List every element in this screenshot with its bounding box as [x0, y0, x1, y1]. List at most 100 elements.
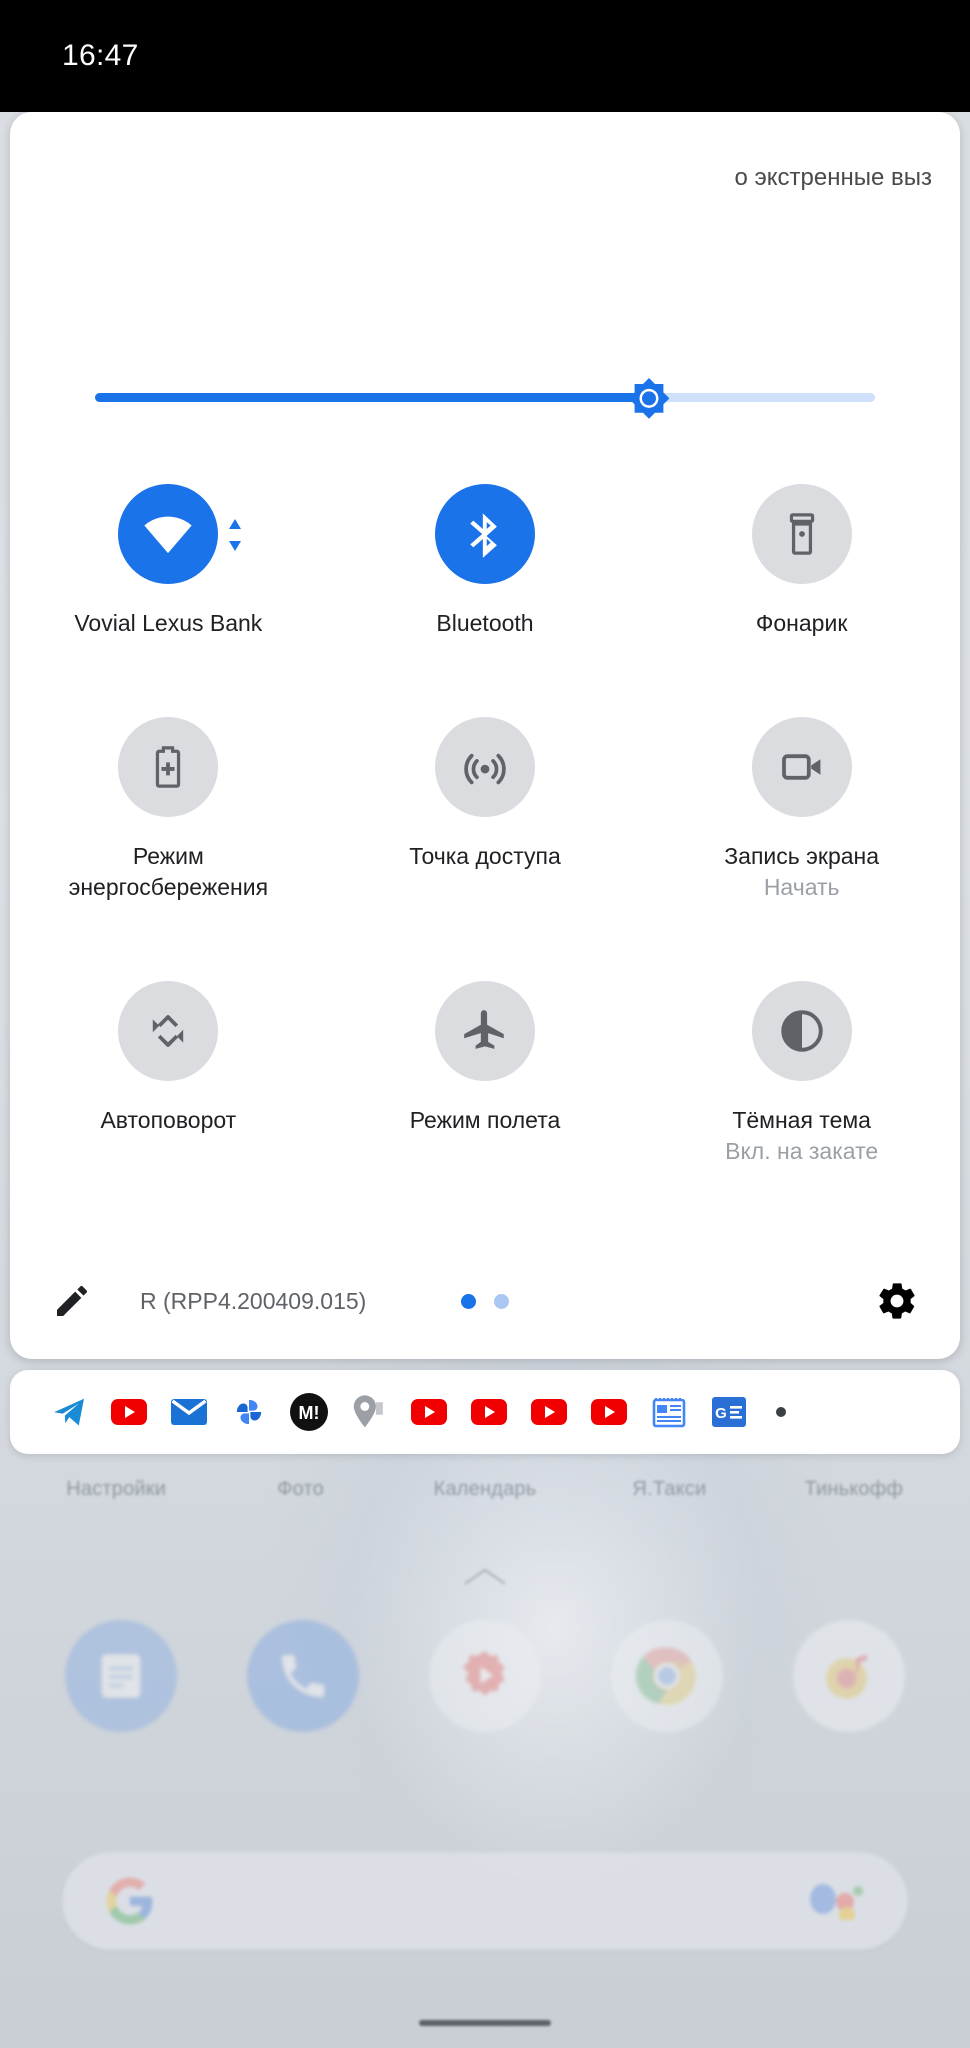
qs-tile-airplane-mode[interactable]: Режим полета — [327, 981, 644, 1167]
qs-tile-icon-wrap — [751, 981, 852, 1081]
dock-app-messages[interactable] — [65, 1620, 177, 1732]
qs-tile-icon-wrap — [751, 717, 852, 817]
qs-tile-icon-wrap — [118, 981, 219, 1081]
build-number-text: R (RPP4.200409.015) — [140, 1287, 367, 1314]
qs-tile-icon-wrap — [751, 484, 852, 584]
page-dot-1[interactable] — [461, 1293, 476, 1309]
qs-tile-dark-theme[interactable]: Тёмная тема Вкл. на закате — [643, 981, 960, 1167]
telegram-icon[interactable] — [50, 1393, 88, 1431]
mail-icon[interactable] — [170, 1393, 208, 1431]
qs-tile-label: Запись экрана — [724, 843, 880, 869]
airplane-icon — [464, 1010, 504, 1049]
youtube-icon[interactable] — [530, 1393, 568, 1431]
brightness-icon[interactable] — [624, 376, 674, 426]
bluetooth-icon — [470, 513, 497, 558]
brightness-slider[interactable] — [95, 378, 875, 419]
qs-tile-icon-wrap — [118, 484, 242, 584]
battery-saver-icon — [156, 746, 181, 788]
qs-tile-icon-wrap — [434, 981, 535, 1081]
qs-tile-circle — [118, 981, 219, 1081]
page-dot-2[interactable] — [494, 1293, 509, 1309]
photos-icon[interactable] — [230, 1393, 268, 1431]
qs-tile-label: Тёмная тема — [732, 1107, 871, 1133]
status-bar: 16:47 — [0, 0, 970, 112]
home-app-label: Фото — [277, 1478, 324, 1500]
page-indicator — [461, 1293, 509, 1309]
qs-tile-sublabel: Начать — [763, 874, 840, 900]
yt-music-icon — [826, 1654, 867, 1699]
qs-tile-bluetooth[interactable]: Bluetooth — [327, 484, 644, 639]
qs-tile-icon-wrap — [434, 484, 535, 584]
qs-tile-label: Фонарик — [755, 610, 848, 636]
youtube-icon[interactable] — [590, 1393, 628, 1431]
edit-tiles-button[interactable] — [50, 1279, 94, 1323]
dock-app-play-store[interactable] — [429, 1620, 541, 1732]
qs-tile-circle — [751, 484, 852, 584]
google-search-bar[interactable] — [62, 1852, 908, 1950]
wifi-detail-arrows-icon[interactable] — [226, 518, 244, 552]
assistant-mic-icon — [810, 1884, 863, 1920]
qs-tile-circle — [751, 717, 852, 817]
phone-screen: Настройки Фото Календарь Я.Такси Тинькоф… — [0, 0, 970, 2048]
qs-tile-screen-record[interactable]: Запись экрана Начать — [643, 717, 960, 903]
svg-text:G: G — [715, 1405, 727, 1422]
dark-theme-icon — [780, 1010, 823, 1052]
m-exclaim-icon[interactable]: M! — [290, 1393, 328, 1431]
youtube-icon[interactable] — [110, 1393, 148, 1431]
brightness-fill — [95, 393, 649, 402]
qs-tile-circle — [434, 484, 535, 584]
qs-tile-battery-saver[interactable]: Режим энергосбережения — [10, 717, 327, 903]
youtube-icon[interactable] — [470, 1393, 508, 1431]
auto-rotate-icon — [153, 1015, 184, 1047]
news-paper-icon[interactable] — [650, 1393, 688, 1431]
qs-tile-auto-rotate[interactable]: Автоповорот — [10, 981, 327, 1167]
dock — [0, 1620, 970, 1732]
settings-button[interactable] — [874, 1278, 920, 1324]
pencil-icon — [57, 1286, 87, 1316]
dock-app-phone[interactable] — [247, 1620, 359, 1732]
qs-tile-label: Автоповорот — [100, 1107, 237, 1133]
quick-settings-tiles: Vovial Lexus Bank Bluetooth Фонарик Режи… — [10, 484, 960, 1167]
dock-app-yt-music[interactable] — [793, 1620, 905, 1732]
qs-tile-wifi[interactable]: Vovial Lexus Bank — [10, 484, 327, 639]
home-app-label: Календарь — [433, 1478, 537, 1500]
dock-app-chrome[interactable] — [611, 1620, 723, 1732]
wifi-icon — [144, 516, 192, 554]
screen-record-icon — [781, 754, 821, 780]
play-store-icon — [463, 1651, 505, 1695]
qs-tile-sublabel: Вкл. на закате — [725, 1138, 879, 1164]
home-app-label: Настройки — [66, 1478, 167, 1500]
google-g-icon — [106, 1877, 153, 1925]
qs-tile-label: Режим полета — [409, 1107, 561, 1133]
notification-overflow-dot[interactable] — [776, 1407, 786, 1417]
home-gesture-pill[interactable] — [419, 2020, 551, 2026]
youtube-icon[interactable] — [410, 1393, 448, 1431]
phone-icon — [282, 1655, 325, 1697]
qs-tile-label: Режим энергосбережения — [68, 843, 269, 900]
google-news-icon[interactable]: G — [710, 1393, 748, 1431]
qs-tile-label: Vovial Lexus Bank — [74, 610, 263, 636]
chrome-icon — [636, 1647, 696, 1706]
qs-tile-icon-wrap — [434, 717, 535, 817]
carrier-status-text: о экстренные выз — [734, 164, 933, 191]
chevron-up-icon — [464, 1568, 506, 1585]
home-app-label-row: Настройки Фото Календарь Я.Такси Тинькоф… — [0, 1478, 970, 1501]
quick-settings-footer: R (RPP4.200409.015) — [10, 1243, 960, 1359]
qs-tile-circle — [434, 981, 535, 1081]
qs-tile-circle — [751, 981, 852, 1081]
qs-tile-flashlight[interactable]: Фонарик — [643, 484, 960, 639]
quick-settings-panel: о экстренные выз Vovial Lexus Bank Bluet… — [10, 112, 960, 1359]
maps-pin-icon[interactable] — [350, 1393, 388, 1431]
messages-icon — [101, 1654, 141, 1698]
home-app-label: Тинькофф — [804, 1478, 904, 1500]
qs-tile-label: Точка доступа — [409, 843, 561, 869]
qs-tile-label: Bluetooth — [436, 610, 534, 636]
hotspot-icon — [464, 753, 506, 785]
flashlight-icon — [789, 513, 814, 555]
home-app-label: Я.Такси — [632, 1478, 707, 1500]
qs-tile-circle — [118, 484, 219, 584]
notification-icon-strip[interactable]: M! G — [10, 1370, 960, 1454]
qs-tile-icon-wrap — [118, 717, 219, 817]
qs-tile-hotspot[interactable]: Точка доступа — [327, 717, 644, 903]
gear-icon — [879, 1283, 915, 1319]
